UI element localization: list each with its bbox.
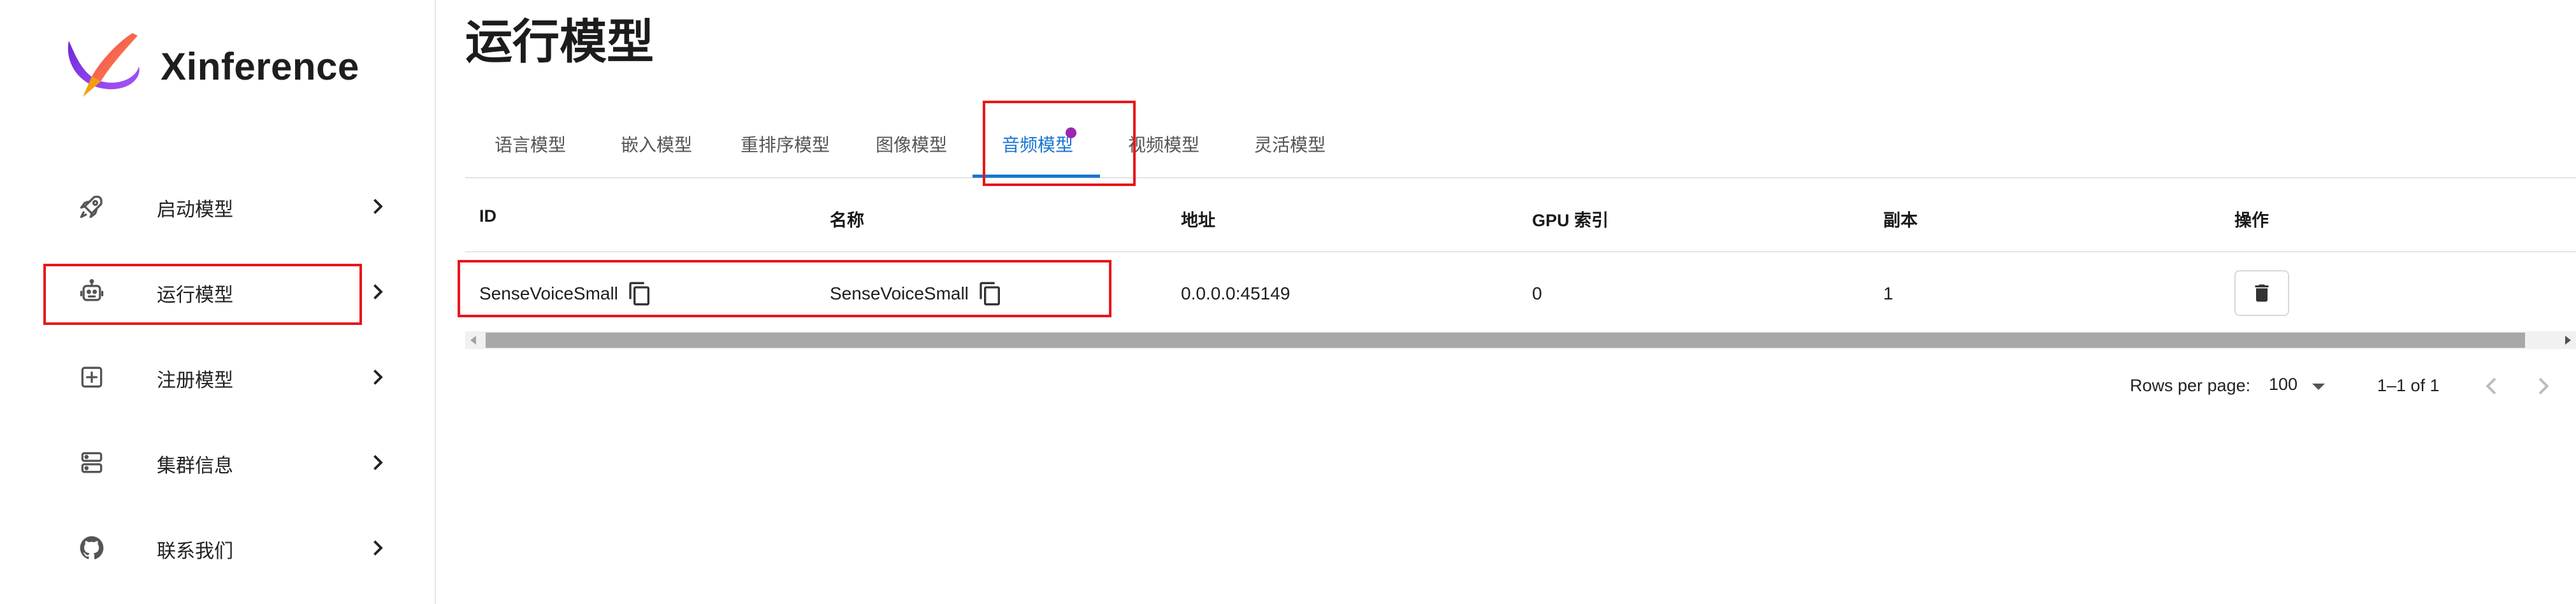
chevron-right-icon xyxy=(373,284,383,299)
tab-image-models[interactable]: 图像模型 xyxy=(876,131,947,157)
trash-icon xyxy=(2255,284,2269,302)
horizontal-scrollbar[interactable] xyxy=(465,331,2576,349)
scroll-right-arrow-icon[interactable] xyxy=(2565,336,2571,345)
sidebar-item-label: 启动模型 xyxy=(157,199,233,220)
active-tab-indicator xyxy=(973,175,1100,178)
column-header-actions: 操作 xyxy=(2234,211,2269,230)
model-type-tabs: 语言模型 嵌入模型 重排序模型 图像模型 音频模型 视频模型 灵活模型 xyxy=(465,121,2576,178)
chevron-right-icon xyxy=(373,370,383,385)
server-icon xyxy=(81,452,103,473)
copy-name-icon[interactable] xyxy=(978,280,1003,307)
cursor-dot xyxy=(1066,127,1076,138)
column-header-id: ID xyxy=(479,206,496,226)
previous-page-icon[interactable] xyxy=(2479,373,2505,399)
tab-embedding-models[interactable]: 嵌入模型 xyxy=(621,131,692,157)
logo[interactable]: Xinference xyxy=(64,27,395,110)
sidebar-item-launch-model[interactable]: 启动模型 xyxy=(45,177,389,236)
robot-icon xyxy=(80,279,104,301)
column-header-replica: 副本 xyxy=(1883,211,1918,230)
chevron-right-icon xyxy=(373,455,383,470)
caret-down-icon xyxy=(2312,384,2325,390)
scroll-left-arrow-icon[interactable] xyxy=(470,336,476,345)
tab-language-models[interactable]: 语言模型 xyxy=(495,131,566,157)
sidebar: Xinference 启动模型 运行模型 注册模型 集群信息 联系我们 xyxy=(0,0,436,604)
copy-id-icon[interactable] xyxy=(627,280,653,307)
rows-per-page-select[interactable]: 100 xyxy=(2269,375,2333,400)
tab-video-models[interactable]: 视频模型 xyxy=(1128,131,1199,157)
page-title: 运行模型 xyxy=(465,15,654,68)
tab-flexible-models[interactable]: 灵活模型 xyxy=(1254,131,1326,157)
scrollbar-thumb[interactable] xyxy=(486,333,2525,348)
pagination-range: 1–1 of 1 xyxy=(2377,376,2440,395)
cell-address: 0.0.0.0:45149 xyxy=(1181,284,1291,303)
cell-gpu-index: 0 xyxy=(1532,284,1542,303)
add-box-icon xyxy=(81,366,103,388)
rows-per-page-value: 100 xyxy=(2269,375,2298,394)
column-header-name: 名称 xyxy=(830,211,864,230)
table-header-divider xyxy=(465,251,2576,252)
rocket-icon xyxy=(80,196,103,219)
sidebar-item-contact-us[interactable]: 联系我们 xyxy=(45,519,389,577)
sidebar-item-cluster-info[interactable]: 集群信息 xyxy=(45,433,389,492)
sidebar-item-label: 联系我们 xyxy=(157,541,233,562)
tab-audio-models[interactable]: 音频模型 xyxy=(1002,131,1073,157)
column-header-address: 地址 xyxy=(1181,211,1215,230)
chevron-right-icon xyxy=(373,540,383,556)
github-icon xyxy=(80,536,104,559)
chevron-right-icon xyxy=(373,199,383,214)
cell-replica: 1 xyxy=(1883,284,1893,303)
xinference-logo-icon xyxy=(68,33,140,97)
sidebar-item-label: 集群信息 xyxy=(157,456,233,477)
app-root: Xinference 启动模型 运行模型 注册模型 集群信息 联系我们 运行模型… xyxy=(0,0,2576,604)
sidebar-item-register-model[interactable]: 注册模型 xyxy=(45,348,389,406)
column-header-gpu-index: GPU 索引 xyxy=(1532,211,1609,230)
next-page-icon[interactable] xyxy=(2530,373,2556,399)
rows-per-page-label: Rows per page: xyxy=(2130,376,2251,395)
sidebar-item-label: 运行模型 xyxy=(157,285,233,306)
cell-model-name: SenseVoiceSmall xyxy=(830,284,969,303)
delete-model-button[interactable] xyxy=(2234,270,2289,316)
sidebar-item-label: 注册模型 xyxy=(157,370,233,391)
cell-model-id: SenseVoiceSmall xyxy=(479,284,618,303)
app-name: Xinference xyxy=(161,45,359,88)
tab-rerank-models[interactable]: 重排序模型 xyxy=(741,131,830,157)
sidebar-item-running-models[interactable]: 运行模型 xyxy=(45,262,389,321)
